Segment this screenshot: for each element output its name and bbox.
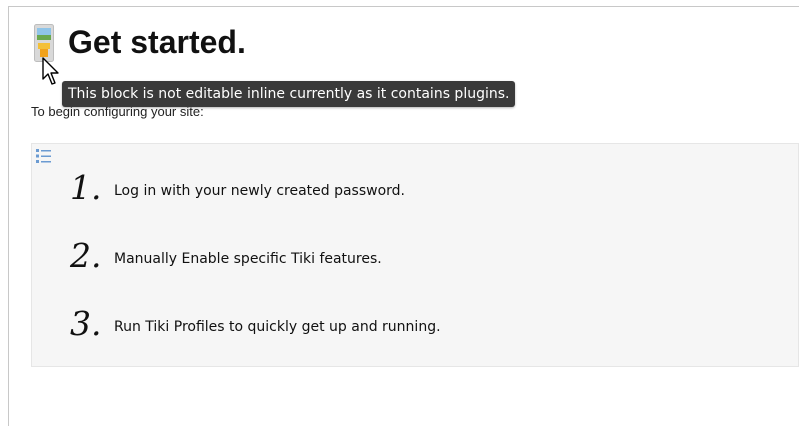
list-item: 2. Manually Enable specific Tiki feature… — [70, 236, 382, 276]
steps-list-block: 1. Log in with your newly created passwo… — [31, 143, 799, 367]
list-item: 1. Log in with your newly created passwo… — [70, 168, 405, 208]
page-title: Get started. — [68, 24, 246, 60]
step-number: 3. — [70, 304, 102, 343]
inline-edit-tooltip: This block is not editable inline curren… — [62, 81, 516, 107]
list-plugin-icon[interactable] — [35, 147, 55, 165]
step-number: 2. — [70, 236, 102, 275]
list-item: 3. Run Tiki Profiles to quickly get up a… — [70, 304, 441, 344]
mouse-pointer-icon — [42, 57, 59, 85]
step-text: Log in with your newly created password. — [114, 183, 406, 199]
step-number: 1. — [70, 168, 102, 207]
step-text: Manually Enable specific Tiki features. — [114, 251, 382, 267]
step-text: Run Tiki Profiles to quickly get up and … — [114, 319, 441, 335]
